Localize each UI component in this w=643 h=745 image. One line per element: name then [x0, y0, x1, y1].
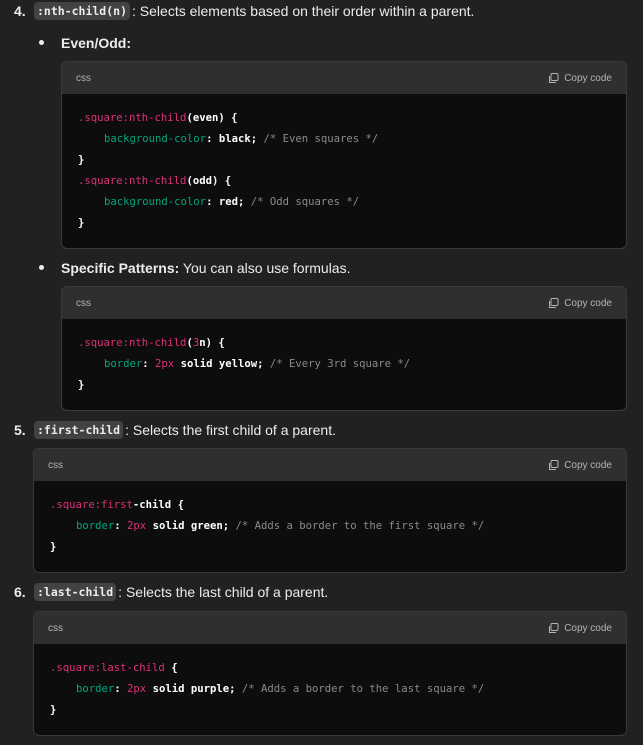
inline-code: :nth-child(n) [34, 2, 131, 20]
code-language: css [76, 72, 91, 84]
copy-code-button[interactable]: Copy code [548, 622, 612, 634]
code-punctuation: } [78, 379, 85, 391]
code-content: .square:nth-child(3n) { border: 2px soli… [62, 319, 626, 410]
code-comment: /* Even squares */ [257, 133, 379, 145]
code-property: background-color [104, 196, 207, 208]
code-punctuation: (odd) { [186, 175, 232, 187]
copy-code-label: Copy code [564, 72, 612, 84]
code-selector: .square:nth-child [78, 112, 187, 124]
bullet-label: Specific Patterns: [61, 260, 180, 276]
code-selector: .square:nth-child [78, 337, 187, 349]
code-block-specific-patterns: css Copy code .square:nth-child(3n) { bo… [61, 286, 627, 411]
bullet-dot [39, 265, 44, 270]
code-punctuation: : [114, 683, 128, 695]
item-description: : Selects the last child of a parent. [118, 584, 329, 600]
code-punctuation: : [206, 196, 219, 208]
inline-code: :last-child [34, 583, 117, 601]
code-block-header: css Copy code [34, 449, 626, 481]
copy-code-button[interactable]: Copy code [548, 459, 612, 471]
code-content: .square:last-child { border: 2px solid p… [34, 644, 626, 735]
list-number: 4. [14, 3, 26, 19]
code-value: solid yellow; [174, 358, 264, 370]
code-property: background-color [104, 133, 207, 145]
list-item-5-heading: 5. :first-child : Selects the first chil… [14, 421, 336, 439]
code-comment: /* Adds a border to the first square */ [229, 520, 485, 532]
list-item-4-heading: 4. :nth-child(n) : Selects elements base… [14, 2, 474, 20]
code-number: 2px [127, 520, 147, 532]
code-punctuation: n) { [199, 337, 225, 349]
code-number: 2px [155, 358, 175, 370]
code-block-last-child: css Copy code .square:last-child { borde… [33, 611, 627, 736]
code-property: border [104, 358, 143, 370]
code-punctuation: } [50, 541, 57, 553]
code-punctuation: : [142, 358, 156, 370]
code-punctuation: } [78, 154, 85, 166]
copy-code-label: Copy code [564, 459, 612, 471]
code-selector: .square:nth-child [78, 175, 187, 187]
copy-code-label: Copy code [564, 297, 612, 309]
bullet-label: Even/Odd: [61, 35, 132, 51]
list-number: 5. [14, 422, 26, 438]
bullet-text: You can also use formulas. [179, 260, 351, 276]
bullet-even-odd: Even/Odd: [61, 34, 131, 52]
code-value: red; [218, 196, 245, 208]
code-selector: .square:first [50, 499, 133, 511]
code-selector: .square:last-child [50, 662, 165, 674]
copy-icon [548, 72, 559, 84]
bullet-specific-patterns: Specific Patterns: You can also use form… [61, 259, 351, 277]
code-punctuation: } [78, 217, 85, 229]
code-property: border [76, 520, 115, 532]
code-language: css [48, 622, 63, 634]
code-comment: /* Adds a border to the last square */ [235, 683, 485, 695]
code-punctuation: } [50, 704, 57, 716]
code-punctuation: (even) { [186, 112, 238, 124]
code-block-even-odd: css Copy code .square:nth-child(even) { … [61, 61, 627, 249]
item-description: : Selects the first child of a parent. [125, 422, 336, 438]
code-value: solid purple; [146, 683, 236, 695]
code-property: border [76, 683, 115, 695]
list-item-6-heading: 6. :last-child : Selects the last child … [14, 583, 328, 601]
copy-icon [548, 297, 559, 309]
code-punctuation: : [114, 520, 128, 532]
inline-code: :first-child [34, 421, 124, 439]
code-block-first-child: css Copy code .square:first-child { bord… [33, 448, 627, 573]
list-number: 6. [14, 584, 26, 600]
copy-code-button[interactable]: Copy code [548, 72, 612, 84]
code-value: solid green; [146, 520, 230, 532]
code-punctuation: : [206, 133, 219, 145]
code-number: 2px [127, 683, 147, 695]
copy-icon [548, 622, 559, 634]
code-punctuation: -child { [132, 499, 184, 511]
item-description: : Selects elements based on their order … [132, 3, 475, 19]
code-language: css [48, 459, 63, 471]
code-value: black; [218, 133, 258, 145]
code-comment: /* Every 3rd square */ [263, 358, 411, 370]
code-content: .square:nth-child(even) { background-col… [62, 94, 626, 248]
code-comment: /* Odd squares */ [244, 196, 360, 208]
code-language: css [76, 297, 91, 309]
copy-code-label: Copy code [564, 622, 612, 634]
copy-icon [548, 459, 559, 471]
code-block-header: css Copy code [62, 287, 626, 319]
code-punctuation: { [164, 662, 178, 674]
code-block-header: css Copy code [62, 62, 626, 94]
code-content: .square:first-child { border: 2px solid … [34, 481, 626, 572]
code-block-header: css Copy code [34, 612, 626, 644]
copy-code-button[interactable]: Copy code [548, 297, 612, 309]
bullet-dot [39, 40, 44, 45]
